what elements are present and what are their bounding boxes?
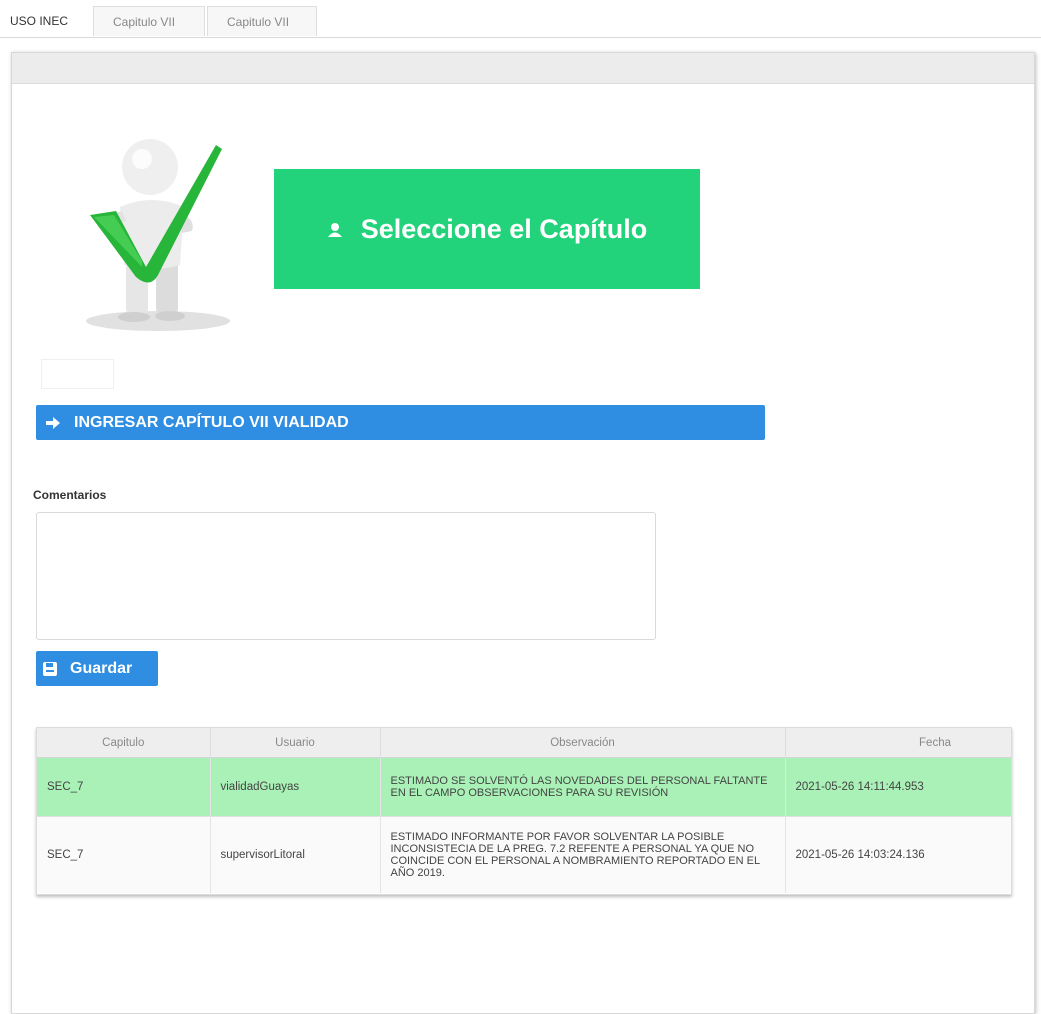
cell-fecha: 2021-05-26 14:11:44.953	[785, 757, 1011, 817]
cell-capitulo: SEC_7	[37, 816, 211, 893]
tab-uso-inec[interactable]: USO INEC	[0, 6, 92, 36]
user-icon	[327, 214, 343, 245]
enter-chapter-button[interactable]: INGRESAR CAPÍTULO VII VIALIDAD	[36, 405, 765, 440]
panel-header	[12, 53, 1034, 84]
select-chapter-banner: Seleccione el Capítulo	[274, 169, 700, 289]
cell-fecha: 2021-05-26 14:03:24.136	[785, 816, 1011, 893]
column-header-observacion[interactable]: Observación	[380, 728, 786, 758]
tab-bar: USO INEC Capitulo VII Capitulo VII	[0, 0, 1041, 38]
table-row[interactable]: SEC_7 vialidadGuayas ESTIMADO SE SOLVENT…	[37, 757, 1011, 817]
enter-chapter-label: INGRESAR CAPÍTULO VII VIALIDAD	[74, 413, 349, 431]
tab-capitulo-vii-1[interactable]: Capitulo VII	[93, 6, 205, 36]
arrow-right-icon	[44, 415, 62, 431]
save-label: Guardar	[70, 659, 133, 677]
tab-capitulo-vii-2[interactable]: Capitulo VII	[207, 6, 317, 36]
comments-label: Comentarios	[33, 488, 107, 502]
banner-text: Seleccione el Capítulo	[360, 213, 648, 244]
cell-observacion: ESTIMADO SE SOLVENTÓ LAS NOVEDADES DEL P…	[380, 757, 786, 817]
empty-field	[41, 359, 114, 389]
table-header-row: Capitulo Usuario Observación Fecha	[37, 728, 1011, 758]
cell-observacion: ESTIMADO INFORMANTE POR FAVOR SOLVENTAR …	[380, 816, 786, 893]
comments-textarea[interactable]	[36, 512, 656, 640]
cell-usuario: supervisorLitoral	[210, 816, 381, 893]
cell-capitulo: SEC_7	[37, 757, 211, 817]
observations-table: Capitulo Usuario Observación Fecha SEC_7…	[36, 727, 1012, 895]
save-icon	[42, 661, 58, 677]
save-button[interactable]: Guardar	[36, 651, 158, 686]
column-header-usuario[interactable]: Usuario	[210, 728, 381, 758]
cell-usuario: vialidadGuayas	[210, 757, 381, 817]
column-header-fecha[interactable]: Fecha	[785, 728, 1011, 758]
column-header-capitulo[interactable]: Capitulo	[37, 728, 211, 758]
checkmark-figure-illustration	[76, 135, 232, 335]
table-row[interactable]: SEC_7 supervisorLitoral ESTIMADO INFORMA…	[37, 816, 1011, 893]
